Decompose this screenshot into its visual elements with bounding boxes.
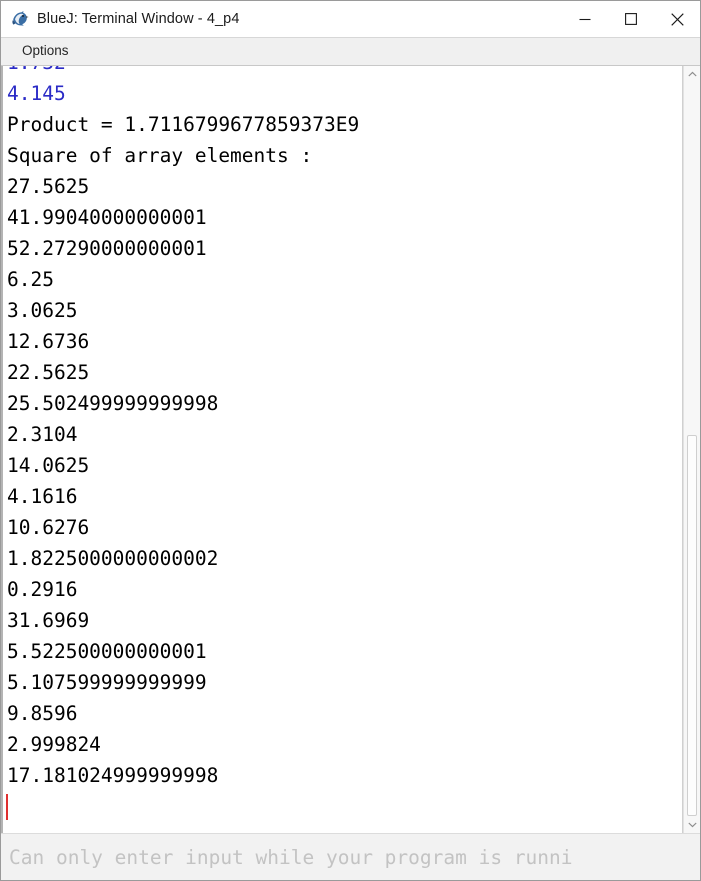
terminal-line: 0.2916 [7,578,78,601]
terminal-line: 31.6969 [7,609,90,632]
terminal-line: 5.107599999999999 [7,671,207,694]
terminal-line: 1.732 [7,66,682,78]
terminal-line: 12.6736 [7,330,90,353]
terminal-line: 6.25 [7,268,54,291]
terminal-line: 2.999824 [7,733,101,756]
terminal-line: 52.27290000000001 [7,237,207,260]
terminal-line: 14.0625 [7,454,90,477]
menu-bar: Options [1,38,700,66]
title-bar: BlueJ: Terminal Window - 4_p4 [1,1,700,38]
scroll-down-button[interactable] [684,816,700,833]
text-caret [6,794,8,820]
terminal-line: 2.3104 [7,423,78,446]
terminal-text: 1.732 4.145 Product = 1.7116799677859373E9… [7,66,682,791]
window-title: BlueJ: Terminal Window - 4_p4 [37,11,240,27]
terminal-line: 25.502499999999998 [7,392,219,415]
terminal-line: 17.181024999999998 [7,764,219,787]
terminal-line: Square of array elements : [7,144,313,167]
maximize-button[interactable] [608,1,654,37]
scroll-up-button[interactable] [684,66,700,83]
scrollbar-thumb[interactable] [687,434,697,816]
vertical-scrollbar[interactable] [683,66,700,833]
terminal-window: BlueJ: Terminal Window - 4_p4 Options 4.… [0,0,701,881]
menu-item-options[interactable]: Options [13,41,78,62]
status-message: Can only enter input while your program … [9,845,573,869]
bluejay-icon [11,10,29,28]
terminal-line: 4.145 [7,82,66,105]
terminal-line: 9.8596 [7,702,78,725]
terminal-line: 27.5625 [7,175,90,198]
minimize-button[interactable] [562,1,608,37]
window-controls [562,1,700,37]
terminal-output-area[interactable]: 1.732 4.145 Product = 1.7116799677859373E9… [1,66,683,833]
terminal-line: 4.1616 [7,485,78,508]
terminal-line: Product = 1.7116799677859373E9 [7,113,360,136]
terminal-line: 3.0625 [7,299,78,322]
terminal-line: 22.5625 [7,361,90,384]
terminal-line: 10.6276 [7,516,90,539]
terminal-body: 1.732 4.145 Product = 1.7116799677859373E9… [1,66,700,833]
terminal-line: 5.522500000000001 [7,640,207,663]
terminal-line: 41.99040000000001 [7,206,207,229]
status-bar: Can only enter input while your program … [1,833,700,880]
close-button[interactable] [654,1,700,37]
terminal-line: 1.8225000000000002 [7,547,219,570]
scrollbar-track[interactable] [684,83,700,816]
